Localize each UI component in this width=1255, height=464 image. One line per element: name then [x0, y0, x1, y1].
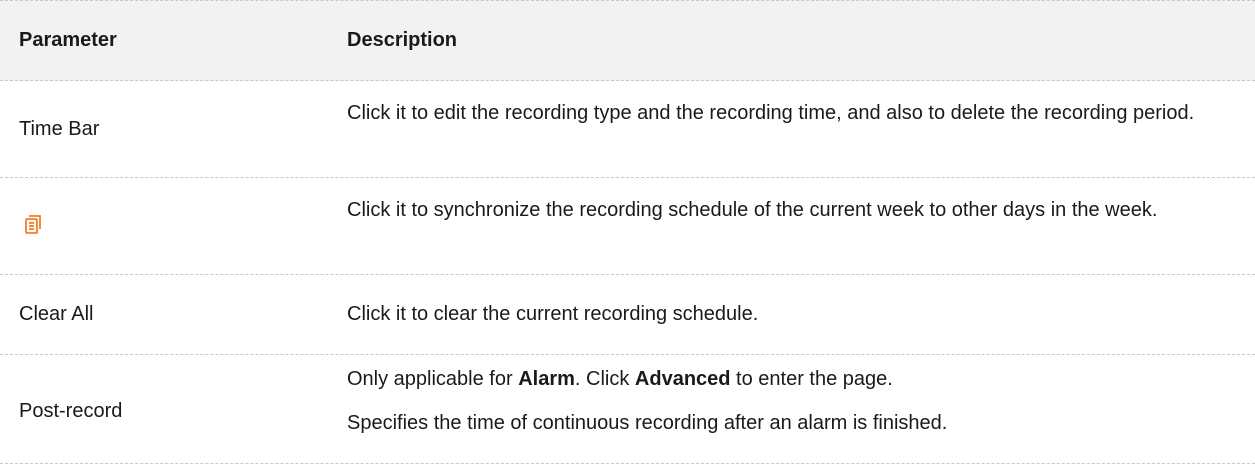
table-row: Clear All Click it to clear the current …: [0, 275, 1255, 355]
description-time-bar: Click it to edit the recording type and …: [347, 102, 1195, 124]
header-description: Description: [347, 29, 458, 51]
advanced-term: Advanced: [634, 368, 731, 390]
description-post-record-line2: Specifies the time of continuous recordi…: [347, 412, 948, 434]
parameter-time-bar: Time Bar: [19, 118, 100, 140]
description-post-record: Only applicable for Alarm. Click Advance…: [347, 364, 1227, 439]
parameter-clear-all: Clear All: [19, 303, 94, 325]
table-row: Time Bar Click it to edit the recording …: [0, 81, 1255, 178]
description-copy-schedule: Click it to synchronize the recording sc…: [347, 199, 1158, 221]
table-row: Post-record Only applicable for Alarm. C…: [0, 355, 1255, 464]
table-row: Click it to synchronize the recording sc…: [0, 178, 1255, 275]
description-post-record-line1: Only applicable for Alarm. Click Advance…: [347, 368, 893, 390]
parameter-table: Parameter Description Time Bar Click it …: [0, 0, 1255, 464]
header-parameter: Parameter: [19, 29, 117, 51]
copy-schedule-icon: [25, 215, 41, 234]
parameter-post-record: Post-record: [19, 400, 123, 422]
alarm-term: Alarm: [518, 368, 575, 390]
description-clear-all: Click it to clear the current recording …: [347, 303, 759, 325]
table-header-row: Parameter Description: [0, 0, 1255, 81]
